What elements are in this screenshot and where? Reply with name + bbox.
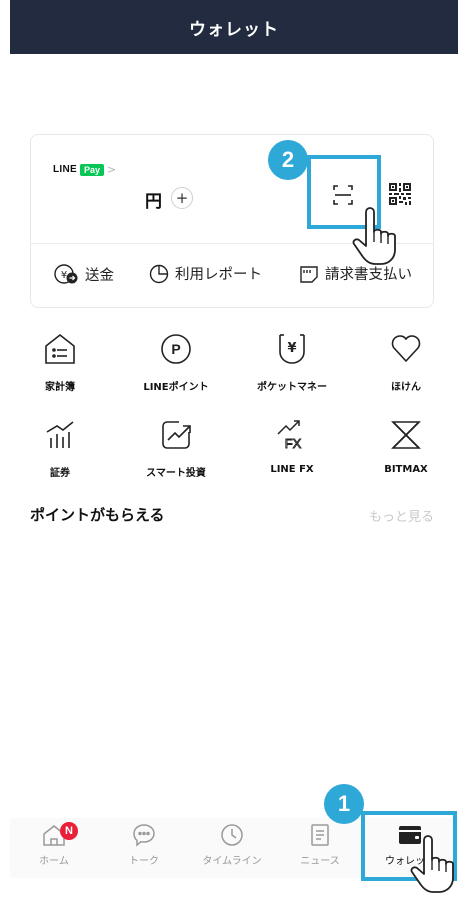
send-money-button[interactable]: ¥ 送金 (53, 263, 114, 285)
pie-chart-icon (149, 264, 169, 283)
securities-icon (46, 421, 74, 448)
charge-plus-button[interactable]: + (171, 187, 193, 209)
fx-icon: FX (277, 420, 302, 451)
pocket-money-icon: ¥ (279, 334, 305, 364)
svg-text:FX: FX (285, 436, 302, 451)
service-label: LINE FX (270, 464, 314, 475)
service-label: ほけん (391, 382, 421, 393)
smart-investment-icon (162, 421, 191, 449)
svg-text:¥: ¥ (287, 341, 296, 356)
service-label: ポケットマネー (257, 382, 327, 393)
nav-timeline[interactable]: タイムライン (188, 822, 276, 876)
notification-badge: N (60, 822, 78, 840)
service-securities[interactable]: 証券 (8, 418, 112, 488)
bitmax-icon (391, 421, 421, 449)
send-money-icon: ¥ (54, 264, 78, 284)
nav-label: タイムライン (202, 856, 262, 867)
svg-text:¥: ¥ (61, 270, 67, 281)
nav-news[interactable]: ニュース (276, 822, 364, 876)
clock-icon (221, 824, 243, 846)
service-household-ledger[interactable]: 家計簿 (8, 332, 112, 402)
nav-home[interactable]: N ホーム (10, 822, 98, 876)
bill-icon (300, 265, 318, 283)
service-label: LINEポイント (143, 382, 209, 393)
service-label: 家計簿 (45, 382, 75, 393)
points-section-title: ポイントがもらえる (30, 506, 165, 524)
heart-icon (391, 335, 421, 363)
service-line-fx[interactable]: FX LINE FX (240, 418, 344, 488)
balance-amount: 円 (145, 192, 162, 212)
news-icon (311, 824, 329, 846)
nav-talk[interactable]: トーク (100, 822, 188, 876)
nav-label: ニュース (300, 856, 340, 867)
svg-text:P: P (171, 341, 180, 357)
service-smart-investment[interactable]: スマート投資 (124, 418, 228, 488)
chevron-right-icon: > (107, 163, 117, 176)
service-label: 証券 (50, 468, 70, 479)
usage-report-label: 利用レポート (175, 267, 262, 283)
points-icon: P (161, 334, 191, 364)
chat-icon (133, 824, 155, 847)
line-pay-logo-pay: Pay (79, 163, 104, 176)
service-line-points[interactable]: P LINEポイント (124, 332, 228, 402)
hand-pointer-icon (410, 835, 454, 893)
hand-pointer-icon (352, 207, 396, 265)
service-label: BITMAX (384, 464, 428, 475)
nav-label: ホーム (39, 856, 69, 867)
service-insurance[interactable]: ほけん (354, 332, 458, 402)
nav-label: トーク (129, 856, 159, 867)
step-1-marker: 1 (324, 784, 364, 824)
qr-code-icon[interactable] (389, 183, 411, 205)
usage-report-button[interactable]: 利用レポート (149, 263, 262, 284)
household-ledger-icon (45, 333, 75, 364)
see-more-link[interactable]: もっと見る (369, 506, 434, 525)
service-pocket-money[interactable]: ¥ ポケットマネー (240, 332, 344, 402)
line-pay-link[interactable]: LINE Pay > (53, 163, 116, 176)
line-pay-logo-line: LINE (53, 164, 77, 175)
page-title: ウォレット (189, 19, 279, 40)
service-bitmax[interactable]: BITMAX (354, 418, 458, 488)
send-money-label: 送金 (85, 267, 114, 284)
app-header: ウォレット (10, 0, 458, 54)
service-label: スマート投資 (146, 468, 206, 479)
step-2-marker: 2 (268, 140, 308, 180)
